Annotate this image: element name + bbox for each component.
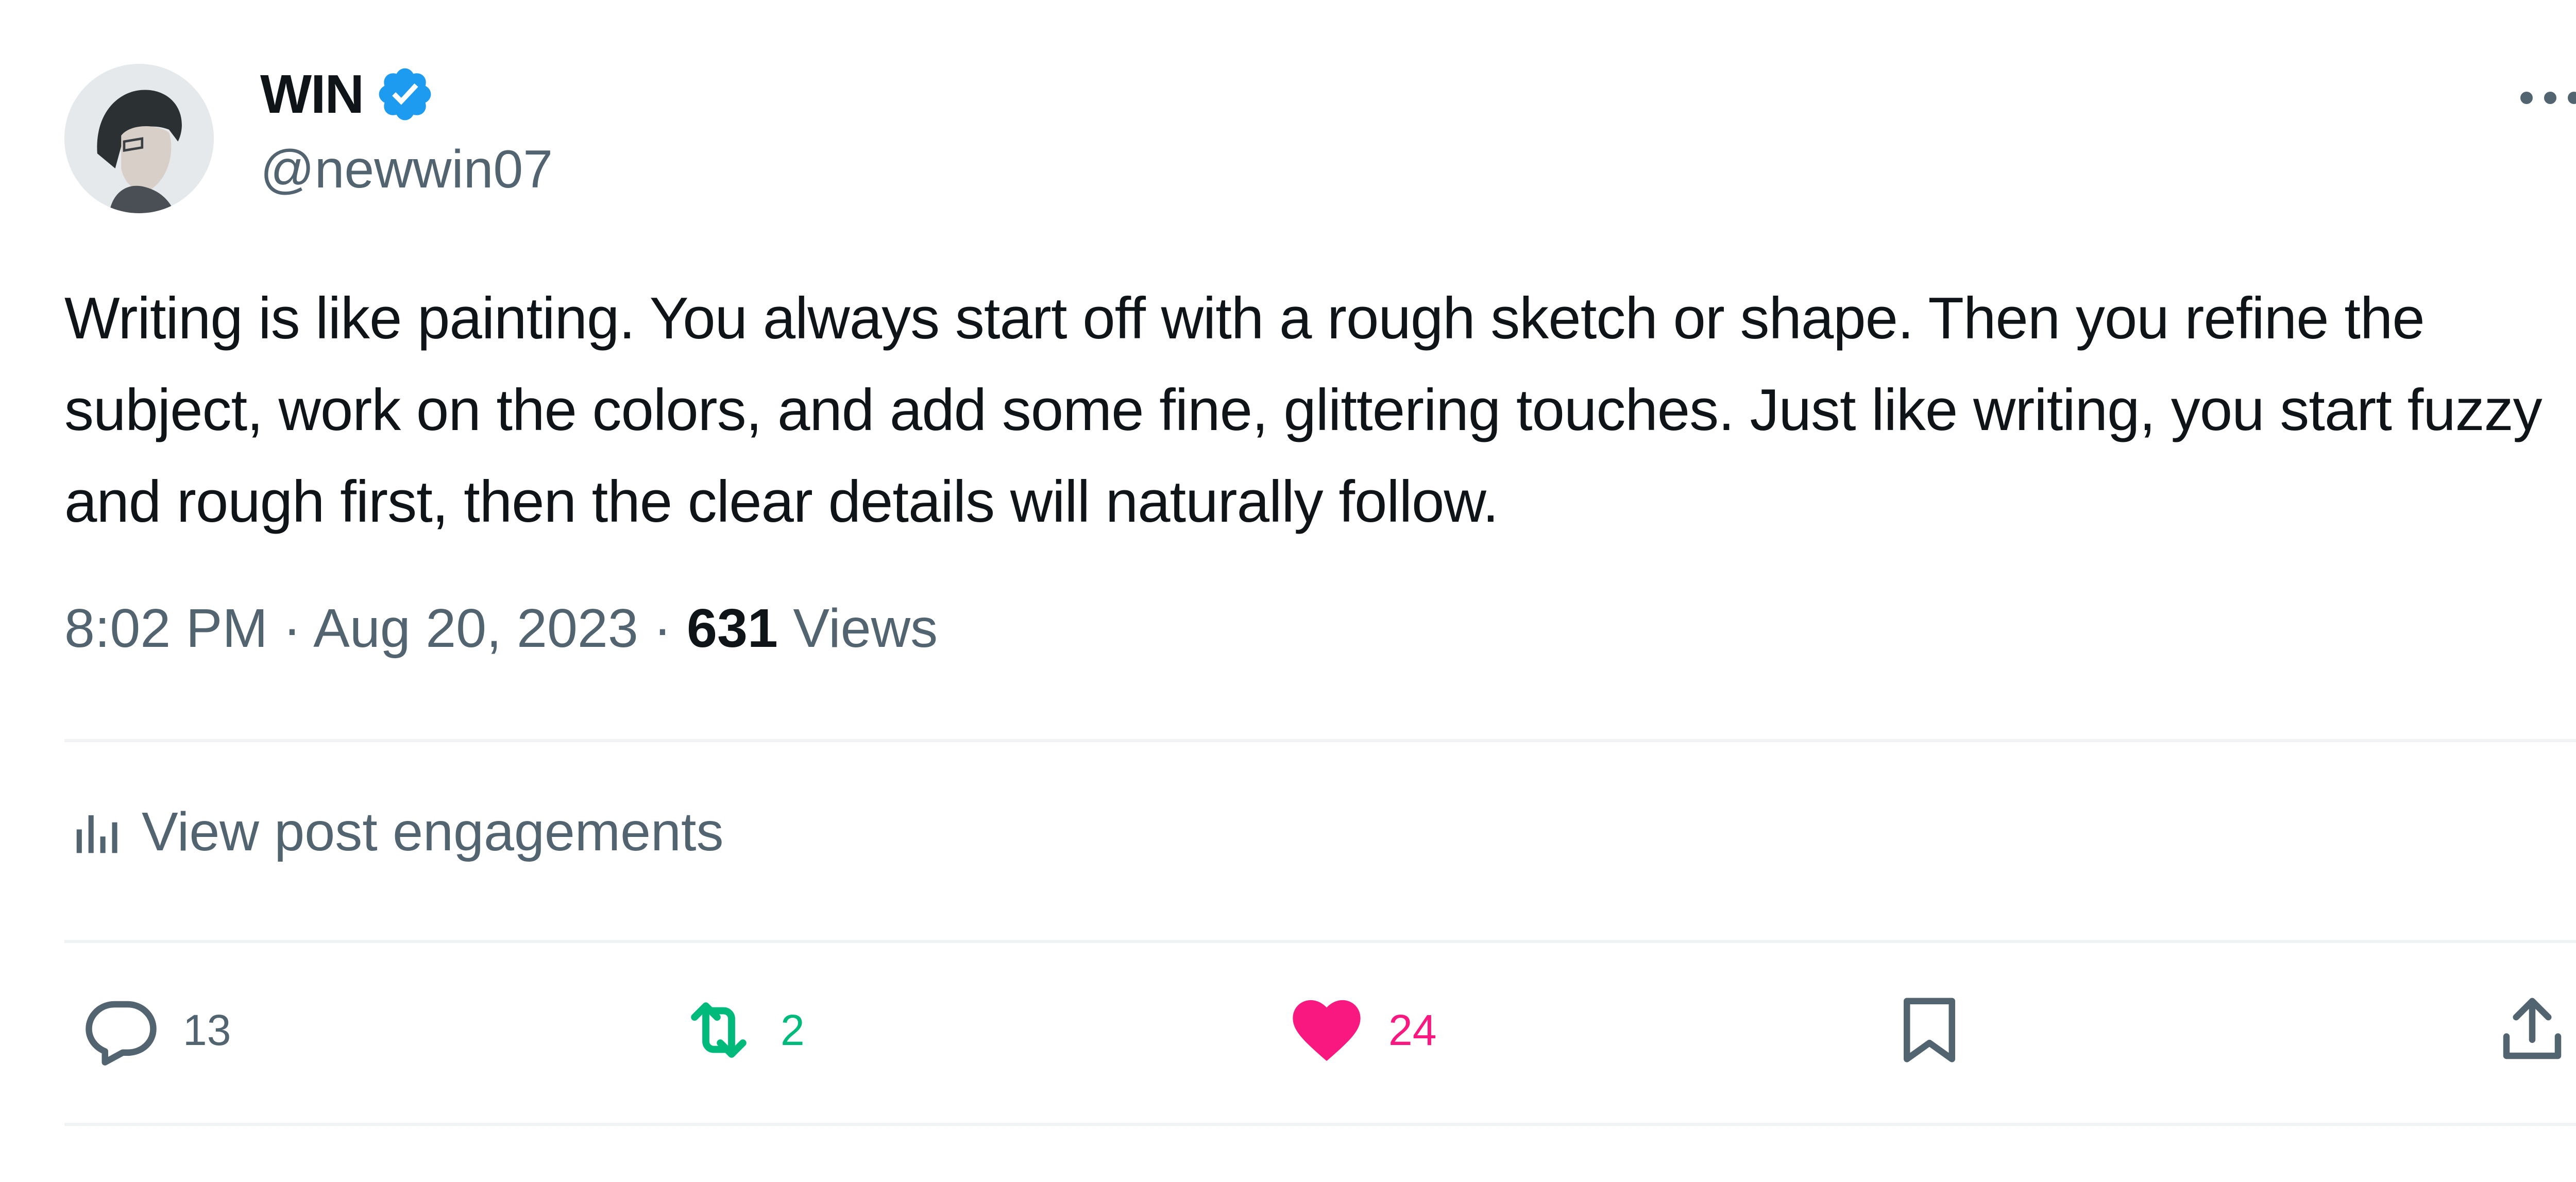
tweet-time[interactable]: 8:02 PM bbox=[64, 598, 268, 659]
tweet-date[interactable]: Aug 20, 2023 bbox=[313, 598, 638, 659]
divider bbox=[64, 1123, 2576, 1126]
avatar-image bbox=[64, 64, 214, 213]
more-icon[interactable] bbox=[2514, 77, 2576, 118]
reply-icon bbox=[86, 1001, 157, 1066]
views-label: Views bbox=[793, 598, 938, 659]
view-engagements-link[interactable]: View post engagements bbox=[70, 798, 723, 865]
like-button[interactable]: 24 bbox=[1288, 991, 1436, 1069]
tweet-meta: 8:02 PM · Aug 20, 2023 · 631 Views bbox=[64, 597, 938, 660]
avatar[interactable] bbox=[64, 64, 214, 213]
retweet-button[interactable]: 2 bbox=[680, 991, 805, 1069]
divider bbox=[64, 940, 2576, 943]
author-handle[interactable]: @newwin07 bbox=[260, 139, 553, 200]
bookmark-icon bbox=[1904, 998, 1955, 1063]
like-count: 24 bbox=[1388, 1005, 1437, 1054]
tweet-card: WIN @newwin07 Writing is like painting. … bbox=[0, 0, 2576, 1182]
retweet-count: 2 bbox=[781, 1005, 805, 1054]
views-count: 631 bbox=[687, 598, 778, 659]
retweet-icon bbox=[691, 1002, 747, 1058]
meta-separator: · bbox=[283, 598, 301, 659]
tweet-text: Writing is like painting. You always sta… bbox=[64, 286, 2558, 535]
meta-separator: · bbox=[653, 598, 672, 659]
share-icon bbox=[2503, 998, 2562, 1059]
share-button[interactable] bbox=[2494, 991, 2571, 1069]
author-name-row: WIN bbox=[260, 61, 435, 128]
reply-button[interactable]: 13 bbox=[82, 991, 231, 1069]
bar-chart-icon bbox=[76, 815, 117, 853]
reply-count: 13 bbox=[183, 1005, 231, 1054]
divider bbox=[64, 739, 2576, 742]
view-engagements-label: View post engagements bbox=[142, 801, 724, 862]
verified-badge-icon[interactable] bbox=[375, 64, 435, 125]
heart-icon bbox=[1293, 1000, 1361, 1061]
author-display-name[interactable]: WIN bbox=[260, 63, 364, 126]
bookmark-button[interactable] bbox=[1891, 991, 1968, 1069]
